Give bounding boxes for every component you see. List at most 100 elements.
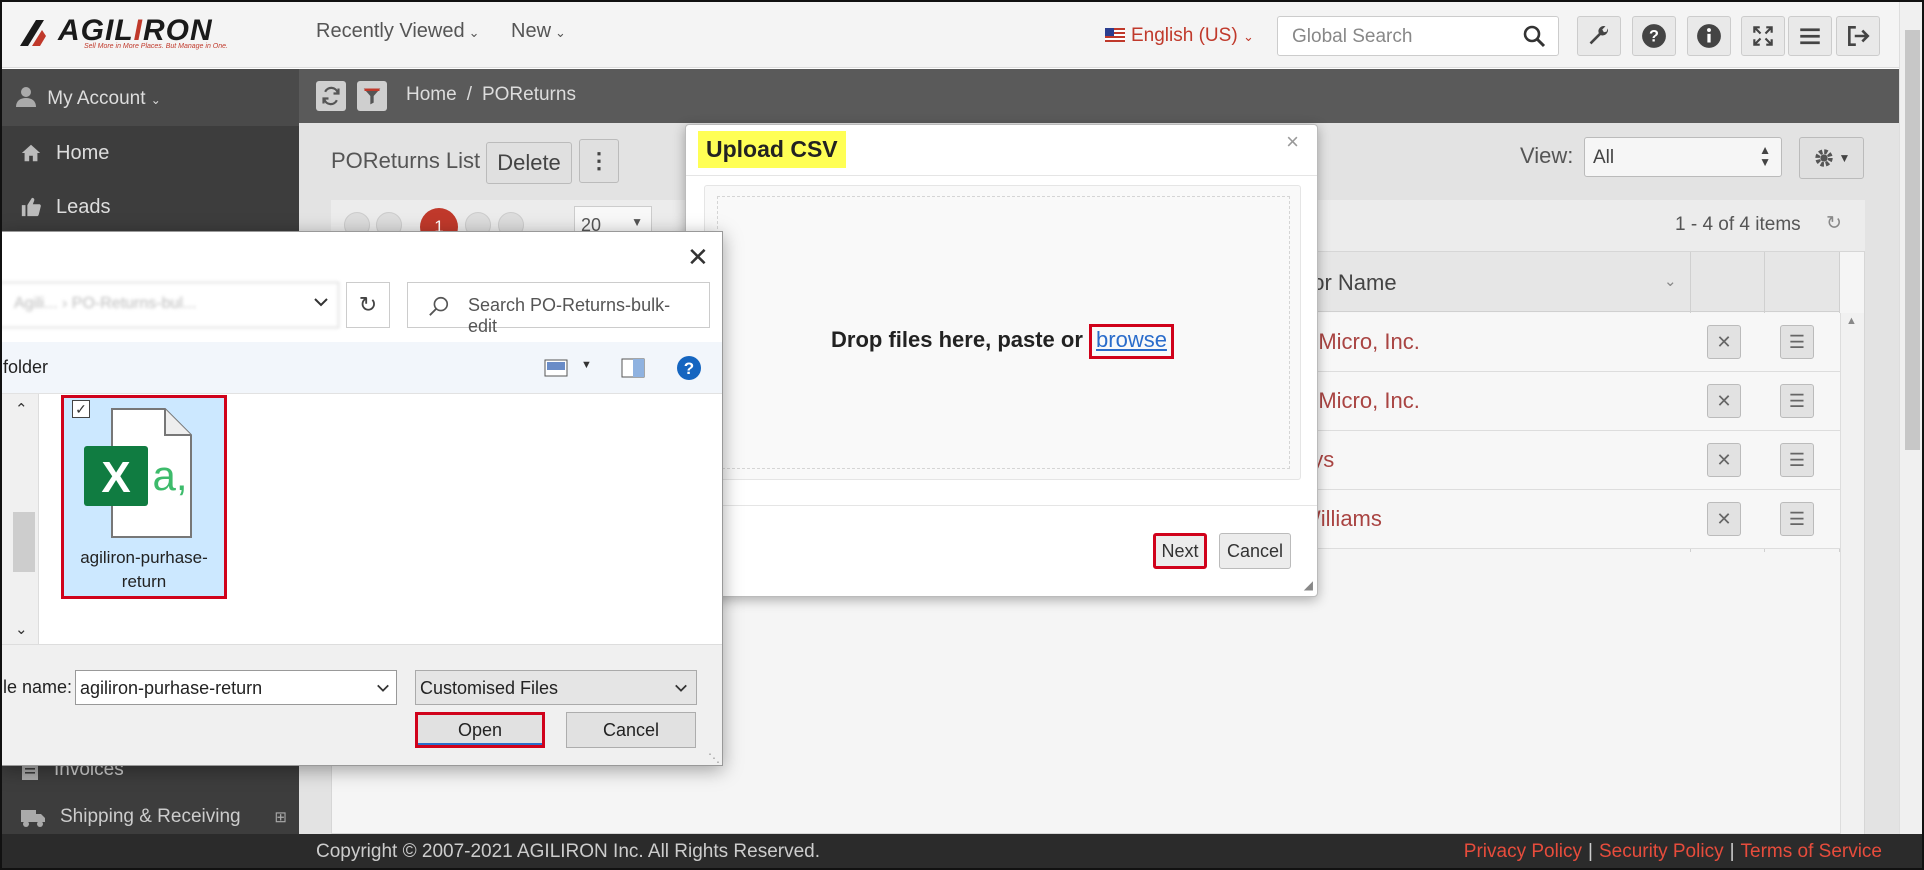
fullscreen-button[interactable]: [1741, 16, 1785, 56]
privacy-policy-link[interactable]: Privacy Policy: [1464, 841, 1582, 862]
path-breadcrumb[interactable]: Agili... › PO-Returns-bul...: [0, 282, 339, 328]
page-scrollbar-thumb[interactable]: [1905, 30, 1920, 450]
help-icon[interactable]: ?: [676, 355, 702, 381]
security-policy-link[interactable]: Security Policy: [1599, 841, 1724, 862]
delete-row-icon[interactable]: ✕: [1707, 502, 1741, 536]
chevron-down-icon: [675, 684, 687, 692]
home-icon: [21, 144, 41, 162]
row-menu-icon[interactable]: ☰: [1780, 325, 1814, 359]
search-icon[interactable]: [1522, 24, 1546, 48]
logo-mark-icon: [20, 20, 46, 46]
gear-icon: [1814, 149, 1833, 167]
expand-icon: [1753, 26, 1773, 46]
user-icon: [16, 87, 36, 107]
file-type-select[interactable]: Customised Files: [415, 670, 697, 705]
menu-icon: [1800, 28, 1820, 45]
modal-cancel-button[interactable]: Cancel: [1219, 533, 1291, 569]
my-account-menu[interactable]: My Account ⌄: [0, 69, 299, 126]
open-button[interactable]: Open: [415, 712, 545, 748]
row-menu-icon[interactable]: ☰: [1780, 384, 1814, 418]
info-button[interactable]: [1687, 16, 1731, 56]
settings-button[interactable]: ▼: [1799, 137, 1864, 179]
grid-scrollbar[interactable]: ▲: [1840, 313, 1864, 835]
file-name-field-label: le name:: [3, 677, 73, 697]
scroll-down-icon[interactable]: ⌄: [15, 620, 28, 638]
modal-close-icon[interactable]: ×: [1286, 129, 1299, 155]
logout-icon: [1848, 26, 1870, 46]
logo-tagline: Sell More in More Places. But Manage in …: [84, 43, 228, 50]
modal-title: Upload CSV: [698, 131, 846, 168]
us-flag-icon: [1105, 28, 1125, 42]
drop-zone[interactable]: Drop files here, paste or browse: [704, 185, 1301, 480]
view-label: View:: [1520, 143, 1574, 168]
row-menu-icon[interactable]: ☰: [1780, 502, 1814, 536]
logout-button[interactable]: [1836, 16, 1880, 56]
table-row[interactable]: nys ✕ ☰: [1290, 431, 1840, 490]
truck-icon: [21, 810, 45, 827]
delete-row-icon[interactable]: ✕: [1707, 384, 1741, 418]
svg-text:?: ?: [1649, 27, 1659, 45]
delete-button[interactable]: Delete: [486, 142, 572, 184]
search-icon: [429, 296, 449, 316]
folder-search-input[interactable]: Search PO-Returns-bulk-edit: [407, 282, 710, 336]
next-button[interactable]: Next: [1153, 533, 1207, 569]
file-name-label: agiliron-purhase-return: [80, 548, 208, 591]
chevron-down-icon[interactable]: [376, 681, 390, 695]
sidebar-item-shipping[interactable]: Shipping & Receiving ⊞: [0, 802, 299, 832]
breadcrumb-home[interactable]: Home: [406, 84, 457, 105]
new-menu[interactable]: New ⌄: [511, 20, 566, 43]
dialog-close-icon[interactable]: ✕: [687, 242, 709, 273]
recently-viewed-menu[interactable]: Recently Viewed ⌄: [316, 20, 480, 43]
grid-refresh-icon[interactable]: ↻: [1826, 212, 1842, 235]
filter-icon: [363, 88, 381, 105]
help-button[interactable]: ?: [1632, 16, 1676, 56]
page-scrollbar[interactable]: [1899, 0, 1924, 834]
footer: Copyright © 2007-2021 AGILIRON Inc. All …: [0, 834, 1924, 870]
breadcrumb-current: POReturns: [481, 84, 576, 105]
refresh-icon: [322, 86, 340, 106]
browse-link[interactable]: browse: [1089, 324, 1174, 359]
chevron-down-icon[interactable]: [313, 294, 329, 310]
excel-csv-file-icon: X a,: [84, 408, 192, 538]
filter-button[interactable]: [357, 81, 387, 111]
menu-button[interactable]: [1788, 16, 1832, 56]
delete-row-icon[interactable]: ✕: [1707, 443, 1741, 477]
upload-csv-modal: Upload CSV × Drop files here, paste or b…: [685, 124, 1318, 597]
refresh-folder-button[interactable]: ↻: [346, 282, 390, 328]
top-bar: AGILIRON Sell More in More Places. But M…: [0, 0, 1900, 68]
dialog-resize-grip-icon[interactable]: ⋱: [708, 751, 720, 765]
nav-scroll-thumb[interactable]: [13, 512, 35, 572]
table-row[interactable]: d Micro, Inc. ✕ ☰: [1290, 313, 1840, 372]
expand-plus-icon[interactable]: ⊞: [274, 808, 287, 826]
table-row[interactable]: d Micro, Inc. ✕ ☰: [1290, 372, 1840, 431]
language-selector[interactable]: English (US) ⌄: [1105, 25, 1254, 47]
item-count: 1 - 4 of 4 items: [1675, 214, 1801, 235]
footer-links: Privacy Policy | Security Policy | Terms of …: [1463, 841, 1882, 862]
table-row[interactable]: Williams ✕ ☰: [1290, 490, 1840, 549]
page-title: POReturns List: [331, 148, 481, 173]
view-mode-icon[interactable]: [544, 358, 570, 378]
navigation-pane-scrollbar[interactable]: ⌃ ⌄: [1, 394, 39, 644]
preview-pane-icon[interactable]: [621, 358, 645, 378]
wrench-button[interactable]: [1577, 16, 1621, 56]
delete-row-icon[interactable]: ✕: [1707, 325, 1741, 359]
new-folder-button[interactable]: folder: [3, 357, 48, 378]
view-select[interactable]: All ▲ ▼: [1584, 137, 1782, 177]
file-open-dialog: ✕ Agili... › PO-Returns-bul... ↻ Search …: [0, 231, 723, 766]
file-name-input[interactable]: agiliron-purhase-return: [75, 670, 397, 705]
global-search-input[interactable]: Global Search: [1277, 16, 1559, 56]
refresh-button[interactable]: [316, 81, 346, 111]
terms-of-service-link[interactable]: Terms of Service: [1741, 841, 1882, 862]
view-mode-dropdown-icon[interactable]: ▼: [581, 359, 592, 371]
file-item[interactable]: ✓ X a, agiliron-purhase-return: [61, 395, 227, 599]
scroll-up-icon[interactable]: ⌃: [15, 400, 28, 418]
drop-zone-text: Drop files here, paste or browse: [705, 324, 1300, 359]
sidebar-item-home[interactable]: Home: [0, 126, 299, 180]
dialog-cancel-button[interactable]: Cancel: [566, 712, 696, 748]
more-actions-button[interactable]: ⋮: [579, 139, 619, 183]
resize-handle-icon[interactable]: ◢: [1304, 578, 1313, 592]
sidebar-item-leads[interactable]: Leads: [0, 180, 299, 234]
row-menu-icon[interactable]: ☰: [1780, 443, 1814, 477]
svg-text:?: ?: [684, 359, 694, 378]
agiliron-logo[interactable]: AGILIRON Sell More in More Places. But M…: [18, 14, 233, 54]
